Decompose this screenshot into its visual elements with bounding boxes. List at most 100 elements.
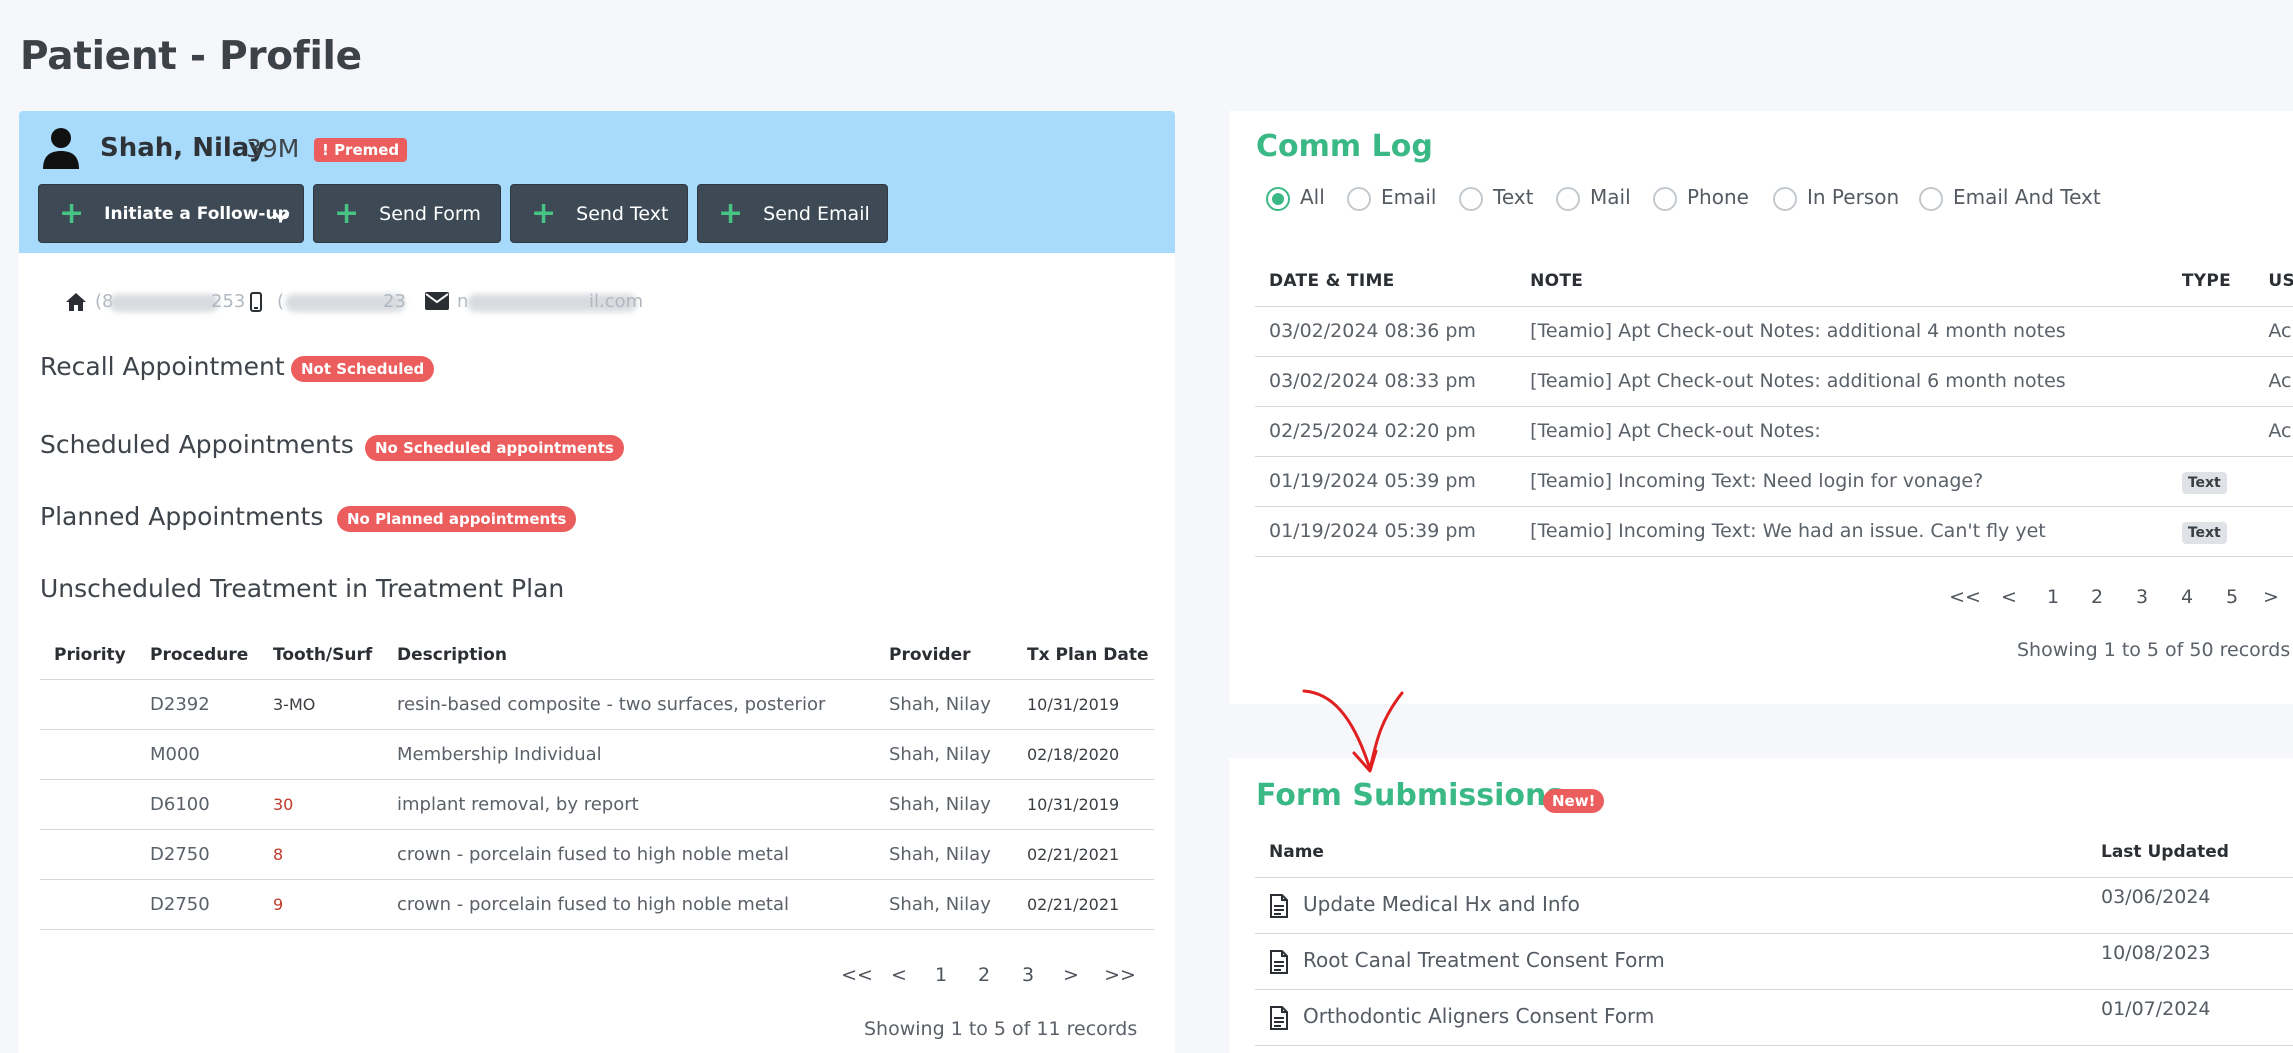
plus-icon: +: [718, 195, 744, 231]
filter-radio-in-person[interactable]: [1773, 187, 1797, 211]
description-cell: crown - porcelain fused to high noble me…: [383, 829, 875, 880]
pager-page[interactable]: 4: [2165, 586, 2209, 608]
column-header[interactable]: Tx Plan Date: [1013, 631, 1154, 680]
column-header[interactable]: Last Updated: [2087, 827, 2293, 878]
table-row[interactable]: M000 Membership Individual Shah, Nilay 0…: [40, 729, 1154, 780]
send-text-button[interactable]: + Send Text: [510, 184, 688, 243]
send-text-label: Send Text: [576, 202, 669, 225]
home-phone-tail: 253: [211, 291, 246, 312]
column-header[interactable]: DATE & TIME: [1255, 256, 1517, 307]
table-row[interactable]: D6100 30 implant removal, by report Shah…: [40, 779, 1154, 830]
filter-radio-text[interactable]: [1459, 187, 1483, 211]
plus-icon: +: [531, 195, 557, 231]
cell-phone: (: [277, 291, 285, 312]
pager-page[interactable]: 5: [2209, 586, 2255, 608]
filter-label[interactable]: Text: [1493, 185, 1533, 209]
table-row[interactable]: 01/19/2024 05:39 pm [Teamio] Incoming Te…: [1255, 506, 2293, 557]
form-name[interactable]: Orthodontic Aligners Consent Form: [1303, 1004, 1654, 1028]
annotation-arrow-icon: [1302, 689, 1404, 773]
table-row[interactable]: D2750 8 crown - porcelain fused to high …: [40, 829, 1154, 880]
form-name-cell[interactable]: Orthodontic Aligners Consent Form: [1255, 989, 2087, 1046]
pager-page[interactable]: 1: [2031, 586, 2075, 608]
filter-radio-email[interactable]: [1347, 187, 1371, 211]
type-cell: Text: [2167, 456, 2255, 507]
initiate-followup-button[interactable]: + Initiate a Follow-up: [38, 184, 304, 243]
filter-radio-email-and-text[interactable]: [1919, 187, 1943, 211]
table-row[interactable]: Update Medical Hx and Info 03/06/2024: [1255, 877, 2293, 934]
table-row[interactable]: 02/25/2024 02:20 pm [Teamio] Apt Check-o…: [1255, 406, 2293, 457]
filter-radio-mail[interactable]: [1556, 187, 1580, 211]
note-cell: [Teamio] Incoming Text: We had an issue.…: [1516, 506, 2168, 557]
description-cell: resin-based composite - two surfaces, po…: [383, 679, 875, 730]
table-row[interactable]: Orthodontic Aligners Consent Form 01/07/…: [1255, 989, 2293, 1046]
column-header[interactable]: Tooth/Surf: [259, 631, 383, 680]
send-form-button[interactable]: + Send Form: [313, 184, 501, 243]
pager-prev[interactable]: <: [1987, 586, 2031, 608]
comm-log-records-count: Showing 1 to 5 of 50 records: [2017, 639, 2291, 661]
column-header[interactable]: Provider: [875, 631, 1013, 680]
pager-last[interactable]: >>: [1092, 964, 1148, 986]
datetime-cell: 01/19/2024 05:39 pm: [1255, 506, 1517, 557]
type-badge: Text: [2181, 472, 2227, 494]
pager-first[interactable]: <<: [836, 964, 878, 986]
provider-cell: Shah, Nilay: [875, 679, 1013, 730]
last-updated-cell: 03/06/2024: [2087, 877, 2293, 934]
column-header[interactable]: US: [2254, 256, 2293, 307]
send-email-button[interactable]: + Send Email: [697, 184, 888, 243]
filter-label[interactable]: In Person: [1807, 185, 1899, 209]
filter-radio-phone[interactable]: [1653, 187, 1677, 211]
column-header[interactable]: Description: [383, 631, 875, 680]
pager-page[interactable]: 2: [2075, 586, 2119, 608]
note-cell: [Teamio] Apt Check-out Notes:: [1516, 406, 2168, 457]
contact-info: (8 253 ( 23 n il.com: [47, 289, 647, 315]
form-name-cell[interactable]: Root Canal Treatment Consent Form: [1255, 933, 2087, 990]
table-row[interactable]: 01/19/2024 05:39 pm [Teamio] Incoming Te…: [1255, 456, 2293, 507]
table-row[interactable]: D2392 3-MO resin-based composite - two s…: [40, 679, 1154, 730]
mobile-icon: [250, 292, 262, 312]
pager-prev[interactable]: <: [878, 964, 920, 986]
pager-first[interactable]: <<: [1943, 586, 1987, 608]
table-row[interactable]: 03/02/2024 08:36 pm [Teamio] Apt Check-o…: [1255, 306, 2293, 357]
recall-appointment-title: Recall Appointment: [40, 352, 285, 381]
column-header[interactable]: Procedure: [136, 631, 259, 680]
filter-label[interactable]: Phone: [1687, 185, 1749, 209]
column-header[interactable]: Priority: [40, 631, 136, 680]
pager-page[interactable]: 1: [920, 964, 962, 986]
form-name[interactable]: Root Canal Treatment Consent Form: [1303, 948, 1665, 972]
column-header[interactable]: NOTE: [1516, 256, 2168, 307]
pager-page[interactable]: 3: [1006, 964, 1050, 986]
filter-label[interactable]: Mail: [1590, 185, 1631, 209]
pager-page[interactable]: 3: [2119, 586, 2165, 608]
pager-page[interactable]: 2: [962, 964, 1006, 986]
document-icon: [1270, 1005, 1288, 1030]
new-badge: New!: [1543, 789, 1605, 813]
table-row[interactable]: 03/02/2024 08:33 pm [Teamio] Apt Check-o…: [1255, 356, 2293, 407]
unscheduled-treatment-title: Unscheduled Treatment in Treatment Plan: [40, 574, 565, 603]
table-row[interactable]: D2750 9 crown - porcelain fused to high …: [40, 879, 1154, 930]
filter-label[interactable]: Email: [1381, 185, 1437, 209]
provider-cell: Shah, Nilay: [875, 779, 1013, 830]
pager-next[interactable]: >: [2255, 586, 2287, 608]
tooth-cell: 3-MO: [259, 679, 383, 730]
table-row[interactable]: Root Canal Treatment Consent Form 10/08/…: [1255, 933, 2293, 990]
treatment-records-count: Showing 1 to 5 of 11 records: [864, 1018, 1138, 1040]
form-submissions-title: Form Submissions: [1256, 778, 1565, 813]
comm-log-pagination: << < 1 2 3 4 5 >: [1943, 586, 2287, 608]
filter-label[interactable]: Email And Text: [1953, 185, 2101, 209]
recall-status-badge: Not Scheduled: [291, 356, 435, 382]
type-badge: Text: [2181, 522, 2227, 544]
table-header-row: Priority Procedure Tooth/Surf Descriptio…: [40, 631, 1154, 680]
home-icon: [66, 293, 86, 311]
pager-next[interactable]: >: [1050, 964, 1092, 986]
column-header[interactable]: TYPE: [2167, 256, 2255, 307]
envelope-icon: [425, 292, 449, 310]
tooth-cell: [259, 729, 383, 780]
filter-label[interactable]: All: [1300, 185, 1325, 209]
filter-radio-all[interactable]: [1266, 187, 1290, 211]
note-cell: [Teamio] Apt Check-out Notes: additional…: [1516, 306, 2168, 357]
form-name-cell[interactable]: Update Medical Hx and Info: [1255, 877, 2087, 934]
column-header[interactable]: Name: [1255, 827, 2087, 878]
form-name[interactable]: Update Medical Hx and Info: [1303, 892, 1580, 916]
datetime-cell: 02/25/2024 02:20 pm: [1255, 406, 1517, 457]
tooth-cell: 30: [259, 779, 383, 830]
